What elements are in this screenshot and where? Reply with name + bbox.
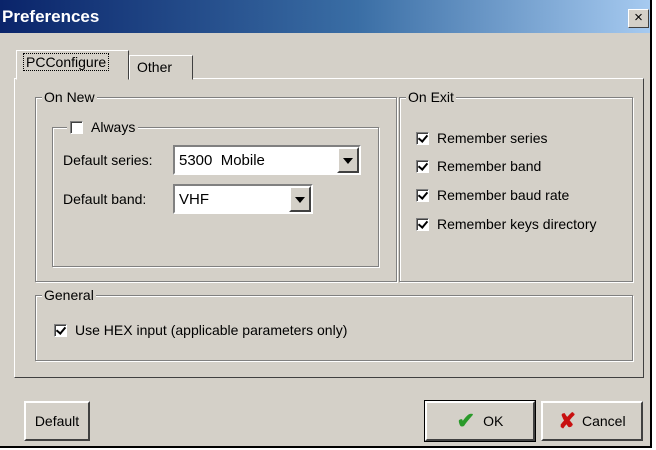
default-button-label: Default bbox=[34, 413, 80, 429]
tab-pcconfigure[interactable]: PCConfigure bbox=[16, 50, 129, 80]
remember-band-checkbox[interactable]: Remember band bbox=[416, 158, 541, 174]
remember-keys-directory-checkbox[interactable]: Remember keys directory bbox=[416, 216, 597, 232]
always-checkbox[interactable]: Always bbox=[67, 119, 139, 135]
default-band-select[interactable]: VHF bbox=[173, 184, 313, 214]
check-icon[interactable] bbox=[416, 131, 429, 145]
on-new-group: On New Always Default series: 5300 Mobil… bbox=[35, 88, 397, 282]
x-icon: ✘ bbox=[558, 409, 576, 433]
remember-band-label: Remember band bbox=[437, 158, 542, 174]
ok-button[interactable]: ✔ OK bbox=[424, 400, 536, 442]
default-button[interactable]: Default bbox=[24, 401, 90, 441]
check-icon[interactable] bbox=[416, 188, 429, 202]
remember-series-checkbox[interactable]: Remember series bbox=[416, 130, 547, 146]
remember-keys-directory-label: Remember keys directory bbox=[437, 216, 597, 232]
default-band-value: VHF bbox=[179, 191, 209, 208]
default-series-value: 5300 Mobile bbox=[179, 152, 265, 169]
always-check-box[interactable] bbox=[70, 120, 83, 134]
check-icon[interactable] bbox=[416, 159, 429, 173]
default-series-label: Default series: bbox=[63, 152, 153, 168]
always-label: Always bbox=[91, 119, 136, 135]
default-series-select[interactable]: 5300 Mobile bbox=[173, 145, 361, 175]
hex-input-checkbox[interactable]: Use HEX input (applicable parameters onl… bbox=[54, 322, 347, 338]
ok-button-label: OK bbox=[483, 413, 504, 429]
cancel-button[interactable]: ✘ Cancel bbox=[541, 401, 643, 441]
check-icon[interactable] bbox=[54, 323, 67, 337]
remember-series-label: Remember series bbox=[437, 130, 548, 146]
default-band-label: Default band: bbox=[63, 191, 147, 207]
general-group: General Use HEX input (applicable parame… bbox=[35, 286, 633, 361]
remember-baud-rate-checkbox[interactable]: Remember baud rate bbox=[416, 187, 569, 203]
general-legend: General bbox=[42, 286, 96, 304]
tab-panel: On New Always Default series: 5300 Mobil… bbox=[14, 78, 644, 378]
chevron-down-icon[interactable] bbox=[289, 186, 311, 212]
on-new-legend: On New bbox=[42, 88, 97, 106]
always-group: Always Default series: 5300 Mobile Defau… bbox=[52, 119, 379, 267]
on-exit-group: On Exit Remember series Remember band Re… bbox=[399, 88, 633, 282]
tab-pcconfigure-label: PCConfigure bbox=[23, 53, 110, 71]
on-exit-legend: On Exit bbox=[406, 88, 456, 106]
close-icon[interactable]: × bbox=[628, 9, 649, 28]
hex-input-label: Use HEX input (applicable parameters onl… bbox=[75, 322, 348, 338]
check-icon[interactable] bbox=[416, 217, 429, 231]
window-title: Preferences bbox=[2, 7, 100, 26]
title-bar[interactable]: Preferences × bbox=[0, 0, 650, 33]
remember-baud-rate-label: Remember baud rate bbox=[437, 187, 570, 203]
cancel-button-label: Cancel bbox=[582, 413, 626, 429]
preferences-dialog: Preferences × PCConfigure Other On New A… bbox=[0, 0, 652, 448]
tab-other[interactable]: Other bbox=[129, 55, 193, 80]
check-icon: ✔ bbox=[456, 408, 476, 433]
chevron-down-icon[interactable] bbox=[337, 147, 359, 173]
tab-other-label: Other bbox=[137, 59, 173, 75]
